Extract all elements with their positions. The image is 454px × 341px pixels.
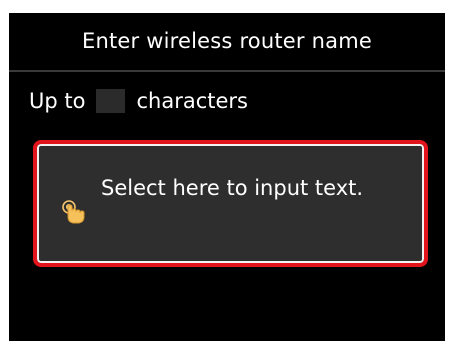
printer-lcd-screen: Enter wireless router name Up to charact… — [9, 13, 445, 341]
touch-hand-icon — [62, 200, 85, 224]
limit-prefix: Up to — [29, 89, 86, 113]
title-divider — [9, 70, 445, 72]
text-input-field[interactable]: Select here to input text. — [33, 140, 428, 267]
screen-title: Enter wireless router name — [81, 29, 372, 53]
character-limit-text: Up to characters — [29, 85, 248, 117]
limit-count-box — [96, 89, 126, 113]
input-prompt-text: Select here to input text. — [101, 176, 364, 200]
limit-suffix: characters — [136, 89, 248, 113]
